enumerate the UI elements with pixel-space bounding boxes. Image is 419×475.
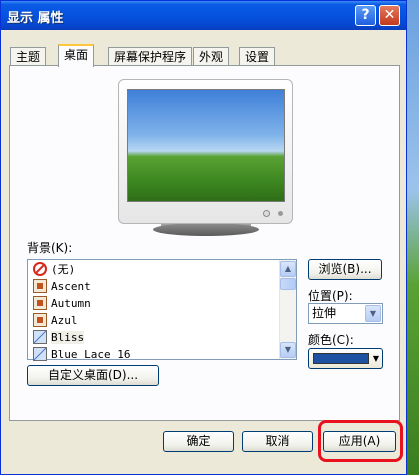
display-properties-dialog: 显示 属性 ? ✕ 主题 桌面 屏幕保护程序 外观 设置 背景(K): (无) … [0,0,407,475]
tab-appearance[interactable]: 外观 [193,47,230,66]
list-item-label: Bliss [51,331,85,344]
list-item-label: Azul [51,314,78,327]
close-button[interactable]: ✕ [379,5,400,26]
list-item-selected[interactable]: Bliss [31,329,279,346]
apply-highlight-annotation [318,420,403,462]
list-item[interactable]: Blue Lace 16 [31,346,279,363]
list-item[interactable]: Autumn [31,295,279,312]
scroll-down-button[interactable]: ▼ [280,342,296,358]
bitmap-icon [33,347,47,361]
window-title: 显示 属性 [7,11,64,26]
color-label: 颜色(C): [308,333,354,347]
background-label: 背景(K): [27,241,73,255]
monitor-preview [118,79,293,224]
list-item-label: Ascent [51,280,91,293]
image-file-icon [33,313,47,327]
customize-desktop-button[interactable]: 自定义桌面(D)... [27,365,159,386]
scroll-thumb[interactable] [280,278,296,290]
tab-screen-saver[interactable]: 屏幕保护程序 [108,47,193,66]
ok-button[interactable]: 确定 [163,431,234,452]
list-item-label: Blue Lace 16 [51,348,131,361]
browse-button[interactable]: 浏览(B)... [308,259,382,280]
bitmap-icon [33,330,47,344]
image-file-icon [33,296,47,310]
chevron-down-icon: ▼ [372,354,379,363]
monitor-led [278,211,283,216]
listbox-scrollbar[interactable]: ▲ ▼ [279,260,296,359]
color-picker-button[interactable]: ▼ [308,348,383,369]
help-button[interactable]: ? [355,5,376,26]
position-select[interactable]: 拉伸 ▼ [308,303,383,324]
cancel-button[interactable]: 取消 [242,431,313,452]
position-label: 位置(P): [308,289,353,303]
image-file-icon [33,279,47,293]
title-bar[interactable]: 显示 属性 ? ✕ [1,1,406,30]
list-item-label: (无) [51,263,76,276]
tab-themes[interactable]: 主题 [10,47,47,66]
list-item[interactable]: Ascent [31,278,279,295]
list-item[interactable]: (无) [31,261,279,278]
list-item-label: Autumn [51,297,91,310]
color-swatch [313,353,369,364]
scroll-up-button[interactable]: ▲ [280,261,296,277]
tab-desktop[interactable]: 桌面 [58,44,95,67]
none-icon [33,262,47,276]
tab-settings[interactable]: 设置 [239,47,276,66]
background-listbox[interactable]: (无) Ascent Autumn Azul Bliss Blue Lace 1… [27,259,297,363]
chevron-down-icon[interactable]: ▼ [365,305,381,322]
monitor-power-button [263,210,270,217]
wallpaper-preview [127,89,285,202]
monitor-base [153,223,259,236]
list-item[interactable]: Azul [31,312,279,329]
position-value: 拉伸 [312,306,337,320]
